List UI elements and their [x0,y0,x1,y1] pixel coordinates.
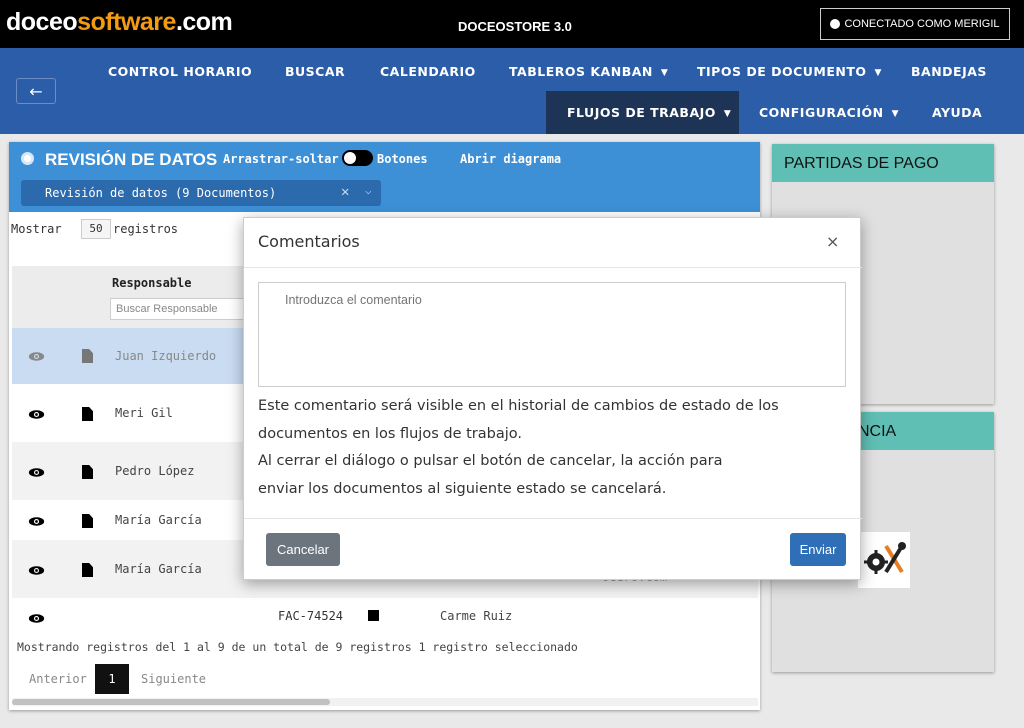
record-circle-icon [21,152,34,165]
nav-item-tipos-de-documento[interactable]: TIPOS DE DOCUMENTO ▼ [697,64,882,79]
nav-label: BUSCAR [285,64,346,79]
eye-icon[interactable] [28,351,45,362]
tools-gear-icon[interactable] [858,532,910,588]
row-invoice: FAC-74524 [278,609,344,623]
nav-label: FLUJOS DE TRABAJO [567,105,716,120]
logo-part-software: software [77,8,176,36]
payments-panel-header: PARTIDAS DE PAGO [772,144,994,182]
modal-warning-line-1: Al cerrar el diálogo o pulsar el botón d… [258,453,723,469]
eye-icon[interactable] [28,409,45,420]
chevron-down-icon[interactable]: ⌵ [365,184,372,197]
app-title: DOCEOSTORE 3.0 [458,19,572,34]
workflow-panel-header: REVISIÓN DE DATOS Arrastrar-soltar Boton… [9,142,760,212]
queue-select[interactable]: Revisión de datos (9 Documentos) ✕ ⌵ [21,180,381,206]
nav-item-tableros-kanban[interactable]: TABLEROS KANBAN ▼ [509,64,668,79]
eye-icon[interactable] [28,613,45,624]
eye-icon[interactable] [28,467,45,478]
row-responsable: Juan Izquierdo [115,349,217,363]
send-button[interactable]: Enviar [790,533,846,566]
logo[interactable]: doceosoftware.com [6,8,233,37]
clear-icon[interactable]: ✕ [341,184,349,200]
drag-buttons-toggle[interactable] [342,150,373,166]
table-row[interactable]: FAC-74524 Carme Ruiz [12,598,758,632]
eye-icon[interactable] [28,516,45,527]
search-responsable-input[interactable]: Buscar Responsable [110,298,250,320]
pagination-previous[interactable]: Anterior [29,672,87,686]
nav-label: BANDEJAS [911,64,987,79]
buttons-label: Botones [377,152,428,166]
connected-user-label: CONECTADO COMO MERIGIL [844,18,1000,30]
user-circle-icon [830,19,841,29]
queue-select-value: Revisión de datos (9 Documentos) [45,186,277,200]
modal-warning-line-2: enviar los documentos al siguiente estad… [258,481,667,497]
nav-item-bandejas[interactable]: BANDEJAS [911,64,987,79]
document-icon[interactable] [82,407,93,421]
modal-title: Comentarios [258,232,360,251]
modal-info-line-2: documentos en los flujos de trabajo. [258,426,522,442]
nav-item-calendario[interactable]: CALENDARIO [380,64,476,79]
caret-down-icon: ▼ [891,108,899,119]
pagination-page-1[interactable]: 1 [95,664,129,694]
close-icon[interactable]: × [826,232,839,251]
nav-label: CALENDARIO [380,64,476,79]
panel-title: REVISIÓN DE DATOS [45,150,218,169]
nav-item-buscar[interactable]: BUSCAR [285,64,345,79]
row-responsable: María García [115,513,202,527]
scrollbar-thumb[interactable] [12,699,330,705]
records-label: registros [113,222,179,236]
top-bar: doceosoftware.com DOCEOSTORE 3.0 CONECTA… [0,0,1024,48]
modal-info-line-1: Este comentario será visible en el histo… [258,398,779,414]
comments-modal: Comentarios × Este comentario será visib… [243,217,862,580]
nav-item-configuracion[interactable]: CONFIGURACIÓN ▼ [759,105,899,120]
comment-textarea[interactable] [258,282,846,387]
caret-down-icon: ▼ [723,108,732,119]
divider [244,267,862,268]
pagination-next[interactable]: Siguiente [141,672,206,686]
drag-drop-label: Arrastrar-soltar [223,152,339,166]
document-icon[interactable] [82,349,93,363]
nav-label: AYUDA [932,105,983,120]
document-icon[interactable] [82,514,93,528]
page-length-select[interactable]: 50 [81,219,111,239]
show-label: Mostrar [11,222,62,236]
nav-item-control-horario[interactable]: CONTROL HORARIO [108,64,252,79]
row-responsable: Pedro López [115,464,195,478]
cancel-button[interactable]: Cancelar [266,533,340,566]
caret-down-icon: ▼ [660,67,669,78]
caret-down-icon: ▼ [874,67,882,78]
row-responsable: Meri Gil [115,406,173,420]
toggle-knob [344,152,356,164]
external-link-icon[interactable] [368,610,379,621]
divider [244,518,862,519]
back-button[interactable]: ← [16,78,56,104]
logo-part-doceo: doceo [6,8,78,36]
logo-part-com: .com [175,8,233,36]
table-info: Mostrando registros del 1 al 9 de un tot… [17,640,578,654]
open-diagram-link[interactable]: Abrir diagrama [460,152,561,166]
arrow-left-icon: ← [29,81,43,101]
main-navigation: CONTROL HORARIO BUSCAR CALENDARIO TABLER… [0,48,1024,134]
column-header-responsable[interactable]: Responsable [112,276,191,290]
eye-icon[interactable] [28,565,45,576]
document-icon[interactable] [82,563,93,577]
nav-item-ayuda[interactable]: AYUDA [932,105,982,120]
nav-label: CONTROL HORARIO [108,64,253,79]
nav-item-flujos-de-trabajo[interactable]: FLUJOS DE TRABAJO ▼ [546,91,739,134]
nav-label: TABLEROS KANBAN [509,64,653,79]
connected-user-button[interactable]: CONECTADO COMO MERIGIL [820,8,1010,40]
row-responsable: María García [115,562,202,576]
second-panel-title: NCIA [858,423,897,440]
horizontal-scrollbar[interactable] [12,698,758,706]
nav-label: TIPOS DE DOCUMENTO [697,64,867,79]
nav-label: CONFIGURACIÓN [759,105,884,120]
document-icon[interactable] [82,465,93,479]
payments-panel-title: PARTIDAS DE PAGO [784,155,939,172]
row-responsable: Carme Ruiz [440,609,513,623]
